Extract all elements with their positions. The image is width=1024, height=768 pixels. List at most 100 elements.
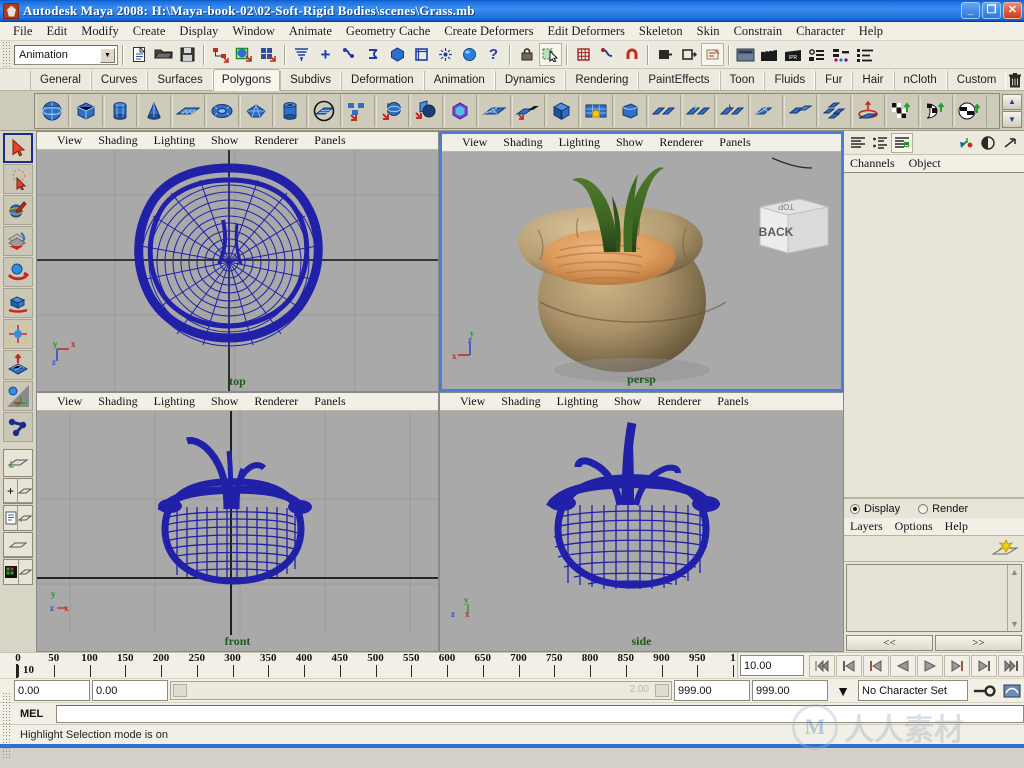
viewport-menu-view[interactable]: View <box>454 135 495 150</box>
poly-collapse-icon[interactable] <box>749 94 783 127</box>
tab-object[interactable]: Object <box>909 156 955 171</box>
output-connections-icon[interactable] <box>596 43 619 66</box>
rotate-tool-icon[interactable] <box>3 257 33 287</box>
go-to-end-icon[interactable] <box>998 654 1024 677</box>
command-line-input[interactable] <box>56 704 1024 723</box>
step-forward-frame-icon[interactable] <box>944 654 970 677</box>
tab-channels[interactable]: Channels <box>850 156 909 171</box>
minimize-button[interactable]: _ <box>961 2 980 19</box>
step-back-frame-icon[interactable] <box>863 654 889 677</box>
viewport-front-canvas[interactable]: y z x front <box>37 410 438 651</box>
poly-quadrangulate-icon[interactable] <box>817 94 851 127</box>
selection-mode-object-icon[interactable] <box>233 43 256 66</box>
show-manipulator-tool-icon[interactable] <box>3 381 33 411</box>
new-layer-icon[interactable] <box>990 537 1020 566</box>
universal-manipulator-icon[interactable] <box>3 319 33 349</box>
go-to-start-icon[interactable] <box>809 654 835 677</box>
chevron-up-icon[interactable]: ▲ <box>1002 93 1022 110</box>
poly-smooth-icon[interactable] <box>443 94 477 127</box>
maximize-button[interactable]: ❐ <box>982 2 1001 19</box>
range-handle-left[interactable] <box>173 684 187 697</box>
layer-nav-next[interactable]: >> <box>935 635 1022 651</box>
poly-cube-icon[interactable] <box>69 94 103 127</box>
show-channel-box-icon[interactable] <box>701 43 724 66</box>
help-icon[interactable]: ? <box>482 43 505 66</box>
menu-help[interactable]: Help <box>852 24 890 39</box>
menu-modify[interactable]: Modify <box>74 24 126 39</box>
chevron-down-icon[interactable]: ▼ <box>1002 111 1022 128</box>
viewport-menu-show[interactable]: Show <box>606 394 649 409</box>
viewport-top-canvas[interactable]: x y z top <box>37 150 438 391</box>
paint-select-tool-icon[interactable] <box>3 195 33 225</box>
shelf-tab-ncloth[interactable]: nCloth <box>893 71 947 90</box>
show-channel-box-icon[interactable] <box>847 133 869 153</box>
poly-select-icon[interactable] <box>307 94 341 127</box>
viewport-menu-panels[interactable]: Panels <box>709 394 756 409</box>
range-start-field[interactable]: 0.00 <box>92 680 168 701</box>
time-slider[interactable]: 10 0 50 100 150 200 250 300 350 400 450 500 550 600 6… <box>14 653 738 678</box>
step-back-keyframe-icon[interactable] <box>836 654 862 677</box>
viewport-front[interactable]: View Shading Lighting Show Renderer Pane… <box>36 391 439 652</box>
viewport-menu-renderer[interactable]: Renderer <box>651 135 711 150</box>
poly-cut-icon[interactable] <box>681 94 715 127</box>
poly-bridge-icon[interactable] <box>579 94 613 127</box>
menu-set-selector[interactable]: Animation ▼ <box>14 44 118 65</box>
viewport-menu-panels[interactable]: Panels <box>306 133 353 148</box>
layer-list[interactable]: ▲ ▼ <box>846 564 1022 632</box>
attribute-editor-icon[interactable] <box>854 43 877 66</box>
poly-wedge-icon[interactable] <box>613 94 647 127</box>
layer-list-scrollbar[interactable]: ▲ ▼ <box>1007 565 1021 631</box>
layer-nav-prev[interactable]: << <box>846 635 933 651</box>
uv-planar-map-icon[interactable] <box>885 94 919 127</box>
menu-constrain[interactable]: Constrain <box>727 24 790 39</box>
shelf-tab-fur[interactable]: Fur <box>815 71 853 90</box>
menu-help[interactable]: Help <box>945 519 980 534</box>
show-both-icon[interactable] <box>891 132 913 153</box>
shelf-tab-general[interactable]: General <box>30 71 91 90</box>
menu-file[interactable]: File <box>6 24 39 39</box>
viewport-menu-view[interactable]: View <box>49 133 90 148</box>
play-forwards-icon[interactable] <box>917 654 943 677</box>
menu-character[interactable]: Character <box>789 24 852 39</box>
viewport-menu-renderer[interactable]: Renderer <box>246 394 306 409</box>
toggle-channel-box-icon[interactable] <box>999 133 1021 153</box>
viewport-persp[interactable]: View Shading Lighting Show Renderer Pane… <box>439 131 844 392</box>
viewport-menu-shading[interactable]: Shading <box>493 394 548 409</box>
poly-extrude-face-icon[interactable] <box>511 94 545 127</box>
toggle-tool-settings-icon[interactable] <box>977 133 999 153</box>
status-line-grip[interactable] <box>2 41 11 69</box>
poly-triangulate-icon[interactable] <box>477 94 511 127</box>
viewport-menu-show[interactable]: Show <box>608 135 651 150</box>
menu-animate[interactable]: Animate <box>282 24 339 39</box>
auto-keyframe-icon[interactable] <box>970 679 998 702</box>
viewport-persp-canvas[interactable]: TOP BACK x z y persp <box>442 152 841 389</box>
anim-end-field[interactable]: 999.00 <box>752 680 828 701</box>
snap-magnet-icon[interactable] <box>620 43 643 66</box>
animation-preferences-icon[interactable] <box>1000 679 1024 702</box>
uv-spherical-map-icon[interactable] <box>953 94 987 127</box>
ipr-render-icon[interactable]: IPR <box>782 43 805 66</box>
viewport-side[interactable]: View Shading Lighting Show Renderer Pane… <box>439 391 844 652</box>
shelf-tab-animation[interactable]: Animation <box>423 71 495 90</box>
poly-boolean-difference-icon[interactable] <box>409 94 443 127</box>
chevron-down-icon[interactable]: ▼ <box>100 47 115 63</box>
selection-mode-hierarchy-icon[interactable] <box>209 43 232 66</box>
lock-icon[interactable] <box>515 43 538 66</box>
menu-skeleton[interactable]: Skeleton <box>632 24 690 39</box>
lasso-select-tool-icon[interactable] <box>3 164 33 194</box>
viewport-menu-show[interactable]: Show <box>203 394 246 409</box>
range-end-field[interactable]: 999.00 <box>674 680 750 701</box>
move-tool-icon[interactable] <box>3 226 33 256</box>
persp-graph-layout-icon[interactable] <box>3 532 33 558</box>
save-scene-icon[interactable] <box>176 43 199 66</box>
range-handle-right[interactable] <box>655 684 669 697</box>
shelf-tab-fluids[interactable]: Fluids <box>764 71 816 90</box>
channel-box-body[interactable] <box>844 173 1024 498</box>
scroll-down-icon[interactable]: ▼ <box>1008 617 1021 631</box>
anim-start-field[interactable]: 0.00 <box>14 680 90 701</box>
outliner-persp-layout-icon[interactable] <box>3 505 33 531</box>
shelf-tab-painteffects[interactable]: PaintEffects <box>638 71 720 90</box>
menu-layers[interactable]: Layers <box>850 519 895 534</box>
input-connections-icon[interactable] <box>572 43 595 66</box>
render-current-frame-icon[interactable] <box>458 43 481 66</box>
